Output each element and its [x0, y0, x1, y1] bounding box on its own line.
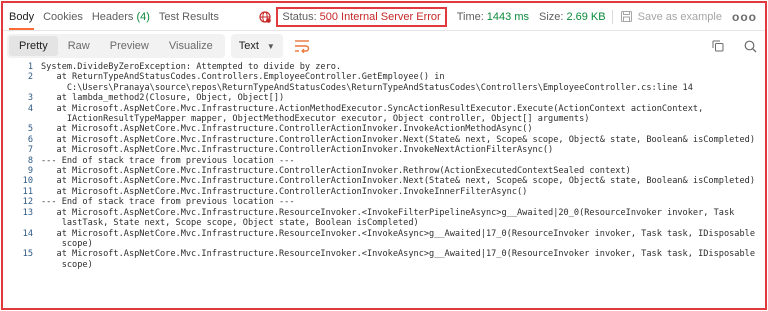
search-button[interactable] — [737, 35, 763, 57]
line-number: 15 — [22, 249, 33, 260]
time-value[interactable]: 1443 ms — [487, 11, 529, 23]
tab-headers-count: (4) — [136, 10, 150, 23]
status-value[interactable]: 500 Internal Server Error — [320, 11, 441, 23]
code-line: scope) — [7, 239, 761, 249]
view-pretty-button[interactable]: Pretty — [9, 36, 58, 56]
code-line: 11 at Microsoft.AspNetCore.Mvc.Infrastru… — [7, 187, 761, 197]
search-icon — [744, 40, 756, 52]
code-line: 5 at Microsoft.AspNetCore.Mvc.Infrastruc… — [7, 124, 761, 134]
code-line: 7 at Microsoft.AspNetCore.Mvc.Infrastruc… — [7, 145, 761, 155]
line-text: at Microsoft.AspNetCore.Mvc.Infrastructu… — [41, 166, 631, 177]
line-text: at Microsoft.AspNetCore.Mvc.Infrastructu… — [41, 186, 528, 197]
line-number — [7, 83, 41, 93]
line-number: 10 — [22, 176, 33, 187]
line-text: at lambda_method2(Closure, Object, Objec… — [41, 93, 285, 104]
response-body-code[interactable]: 1 System.DivideByZeroException: Attempted… — [7, 62, 761, 270]
line-number: 8 — [27, 155, 33, 166]
code-line: 9 at Microsoft.AspNetCore.Mvc.Infrastruc… — [7, 166, 761, 176]
tab-headers-label: Headers — [91, 10, 134, 23]
body-toolbar: Pretty Raw Preview Visualize Text ▼ — [7, 34, 763, 58]
chevron-down-icon: ▼ — [266, 41, 275, 51]
format-value: Text — [238, 40, 259, 52]
save-as-example-label: Save as example — [637, 10, 722, 23]
save-icon — [620, 11, 632, 22]
line-number: 12 — [22, 197, 33, 208]
size-label: Size: — [539, 10, 564, 23]
line-number: 5 — [27, 124, 33, 135]
wrap-text-button[interactable] — [291, 35, 313, 57]
time-label: Time: — [456, 10, 484, 23]
tab-test-results[interactable]: Test Results — [159, 11, 219, 23]
line-text: lastTask, State next, Scope scope, Objec… — [41, 218, 419, 229]
line-text: at ReturnTypeAndStatusCodes.Controllers.… — [41, 72, 445, 83]
line-text: scope) — [41, 259, 93, 270]
line-number: 13 — [22, 207, 33, 218]
tabs-divider — [3, 30, 765, 31]
code-line: 3 at lambda_method2(Closure, Object, Obj… — [7, 93, 761, 103]
line-text: at Microsoft.AspNetCore.Mvc.Infrastructu… — [41, 207, 735, 218]
tab-body[interactable]: Body — [9, 11, 35, 30]
code-line: 8 --- End of stack trace from previous lo… — [7, 156, 761, 166]
code-line: 14 at Microsoft.AspNetCore.Mvc.Infrastru… — [7, 229, 761, 239]
response-tabs-bar: Body Cookies Headers (4) Test Results St… — [3, 3, 765, 30]
view-mode-selector: Pretty Raw Preview Visualize — [7, 34, 225, 58]
line-text: System.DivideByZeroException: Attempted … — [41, 62, 342, 72]
line-text: at Microsoft.AspNetCore.Mvc.Infrastructu… — [41, 134, 755, 145]
divider — [611, 9, 613, 24]
code-line: 10 at Microsoft.AspNetCore.Mvc.Infrastru… — [7, 176, 761, 186]
line-number: 6 — [27, 134, 33, 145]
code-line: C:\Users\Pranaya\source\repos\ReturnType… — [7, 83, 761, 93]
line-number: 11 — [22, 186, 33, 197]
tab-cookies[interactable]: Cookies — [43, 11, 83, 23]
line-text: at Microsoft.AspNetCore.Mvc.Infrastructu… — [41, 228, 755, 239]
line-text: --- End of stack trace from previous loc… — [41, 155, 295, 166]
status-highlight-box: Status: 500 Internal Server Error — [276, 6, 447, 27]
line-number — [7, 218, 41, 228]
line-text: IActionResultTypeMapper mapper, ObjectMe… — [41, 114, 590, 125]
line-number: 7 — [27, 145, 33, 156]
line-number — [7, 260, 41, 270]
code-line: 1 System.DivideByZeroException: Attempted… — [7, 62, 761, 72]
line-number — [7, 114, 41, 124]
copy-icon — [712, 40, 724, 52]
code-line: 2 at ReturnTypeAndStatusCodes.Controller… — [7, 72, 761, 82]
tab-headers[interactable]: Headers (4) — [92, 11, 150, 23]
code-line: lastTask, State next, Scope scope, Objec… — [7, 218, 761, 228]
code-line: 6 at Microsoft.AspNetCore.Mvc.Infrastruc… — [7, 135, 761, 145]
code-line: 15 at Microsoft.AspNetCore.Mvc.Infrastru… — [7, 249, 761, 259]
more-options-icon[interactable]: ooo — [732, 10, 757, 24]
line-text: at Microsoft.AspNetCore.Mvc.Infrastructu… — [41, 145, 554, 156]
response-panel: Body Cookies Headers (4) Test Results St… — [1, 1, 767, 310]
format-dropdown[interactable]: Text ▼ — [230, 34, 283, 58]
line-number — [7, 239, 41, 249]
code-line: 4 at Microsoft.AspNetCore.Mvc.Infrastruc… — [7, 104, 761, 114]
copy-button[interactable] — [705, 35, 731, 57]
line-number: 1 — [27, 62, 33, 72]
line-number: 9 — [27, 166, 33, 177]
code-line: scope) — [7, 260, 761, 270]
line-number: 3 — [27, 93, 33, 104]
line-text: at Microsoft.AspNetCore.Mvc.Infrastructu… — [41, 124, 533, 135]
line-text: at Microsoft.AspNetCore.Mvc.Infrastructu… — [41, 103, 704, 114]
view-visualize-button[interactable]: Visualize — [159, 36, 223, 56]
wrap-lines-icon — [294, 40, 309, 53]
size-value[interactable]: 2.69 KB — [566, 11, 605, 23]
globe-error-icon[interactable] — [259, 10, 272, 23]
line-number: 4 — [27, 103, 33, 114]
line-text: at Microsoft.AspNetCore.Mvc.Infrastructu… — [41, 176, 755, 187]
view-preview-button[interactable]: Preview — [100, 36, 159, 56]
save-as-example-button[interactable]: Save as example — [620, 10, 722, 23]
code-line: IActionResultTypeMapper mapper, ObjectMe… — [7, 114, 761, 124]
line-text: --- End of stack trace from previous loc… — [41, 197, 295, 208]
line-number: 2 — [27, 72, 33, 83]
status-label: Status: — [282, 10, 317, 23]
line-text: C:\Users\Pranaya\source\repos\ReturnType… — [41, 82, 693, 93]
code-line: 12 --- End of stack trace from previous l… — [7, 197, 761, 207]
code-line: 13 at Microsoft.AspNetCore.Mvc.Infrastru… — [7, 208, 761, 218]
line-number: 14 — [22, 228, 33, 239]
view-raw-button[interactable]: Raw — [58, 36, 100, 56]
line-text: scope) — [41, 238, 93, 249]
line-text: at Microsoft.AspNetCore.Mvc.Infrastructu… — [41, 249, 755, 260]
